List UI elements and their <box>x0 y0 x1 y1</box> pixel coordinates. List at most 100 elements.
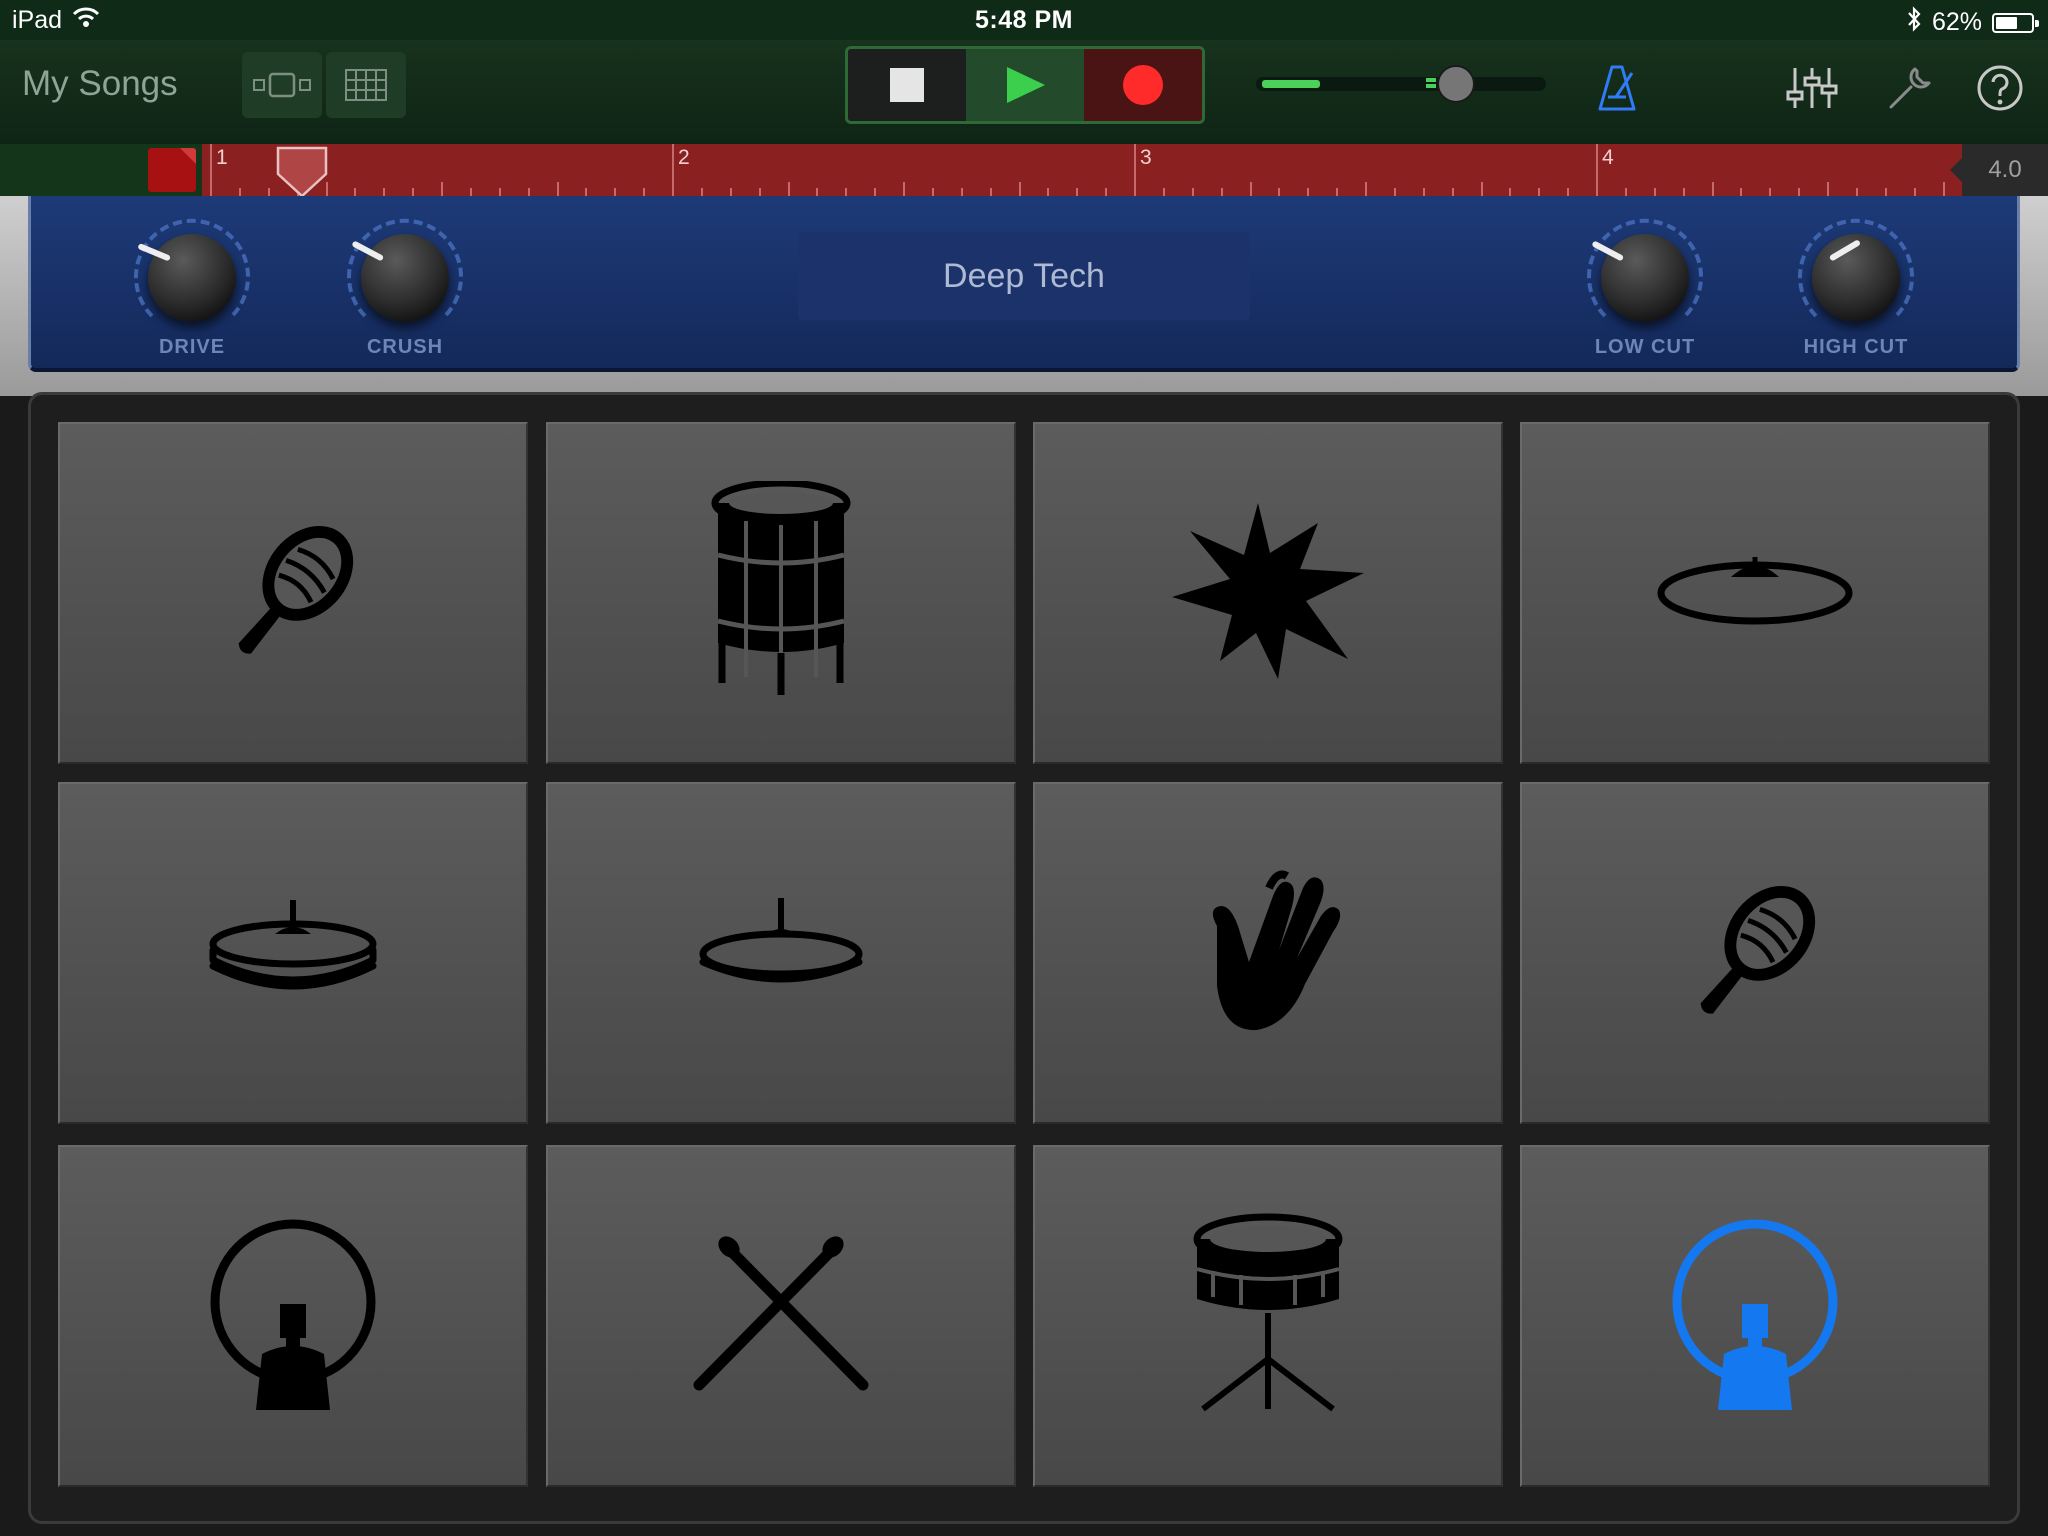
ruler-tick <box>758 188 761 196</box>
drive-knob-cap <box>148 234 236 322</box>
drive-knob[interactable]: DRIVE <box>124 214 260 364</box>
ruler-tick <box>354 188 357 196</box>
ruler-tick <box>816 188 819 196</box>
kick-drum-icon <box>1660 1214 1850 1419</box>
ruler-tick <box>498 188 501 196</box>
ruler-tick <box>1393 188 1396 196</box>
drum-pad[interactable] <box>546 782 1016 1124</box>
crush-knob-cap <box>361 234 449 322</box>
ruler-tick <box>700 188 703 196</box>
low-cut-knob[interactable]: LOW CUT <box>1577 214 1713 364</box>
low-cut-knob-cap <box>1601 234 1689 322</box>
snare-drum-icon <box>1183 1209 1353 1424</box>
ruler-tick <box>1018 182 1021 196</box>
ruler-tick <box>1480 182 1483 196</box>
control-bar: My Songs <box>0 40 2048 144</box>
bluetooth-icon <box>1906 6 1922 39</box>
drum-pad[interactable] <box>58 1145 528 1487</box>
tom-drum-icon <box>696 479 866 706</box>
ruler-tick <box>1191 188 1194 196</box>
status-time: 5:48 PM <box>975 6 1073 34</box>
ruler-tick <box>1422 188 1425 196</box>
ruler-tick <box>1855 188 1858 196</box>
help-button[interactable] <box>1970 58 2030 118</box>
master-volume-slider[interactable] <box>1437 65 1476 103</box>
ruler-bar-line <box>1134 144 1136 196</box>
drum-pad[interactable] <box>1033 782 1503 1124</box>
patch-name-display[interactable]: Deep Tech <box>798 232 1250 320</box>
ruler-bar-label: 3 <box>1140 146 1152 169</box>
low-cut-label: LOW CUT <box>1594 336 1696 358</box>
ruler-tick <box>412 188 415 196</box>
ruler-end-label: 4.0 <box>1950 144 2048 196</box>
ruler-tick <box>1769 188 1772 196</box>
ruler-tick <box>1798 188 1801 196</box>
drum-pad[interactable] <box>1033 1145 1503 1487</box>
drum-pad[interactable] <box>58 782 528 1124</box>
ruler-tick <box>556 182 559 196</box>
ruler-tick <box>527 188 530 196</box>
drum-pad[interactable] <box>1520 782 1990 1124</box>
stop-icon <box>890 68 924 102</box>
mixer-button[interactable] <box>1782 58 1842 118</box>
ruler-tick <box>1913 188 1916 196</box>
crossed-sticks-icon <box>681 1229 881 1404</box>
metronome-button[interactable] <box>1588 58 1648 118</box>
ruler-tick <box>1249 182 1252 196</box>
kick-drum-icon <box>198 1214 388 1419</box>
ruler-tick <box>1047 188 1050 196</box>
ruler-tick <box>874 188 877 196</box>
ruler-tick <box>1509 188 1512 196</box>
ruler-tick <box>787 182 790 196</box>
status-bar: iPad 5:48 PM 62% <box>0 0 2048 40</box>
ruler-tick <box>585 188 588 196</box>
drum-pad[interactable] <box>58 422 528 764</box>
my-songs-button[interactable]: My Songs <box>22 64 178 104</box>
crush-label: CRUSH <box>366 336 444 358</box>
level-meter-fill <box>1262 80 1321 88</box>
ruler-bar-label: 2 <box>678 146 690 169</box>
drum-pad[interactable] <box>1033 422 1503 764</box>
ruler-header <box>0 144 202 196</box>
drum-pad[interactable] <box>546 1145 1016 1487</box>
ruler-tick <box>1567 188 1570 196</box>
hand-clap-icon <box>1193 866 1343 1041</box>
mixer-icon <box>1786 68 1838 108</box>
ruler-tick <box>989 188 992 196</box>
record-icon <box>1123 65 1163 105</box>
ruler-tick <box>1653 188 1656 196</box>
ruler-tick <box>383 188 386 196</box>
crush-knob[interactable]: CRUSH <box>337 214 473 364</box>
ruler-tick <box>1336 188 1339 196</box>
drum-pad[interactable] <box>546 422 1016 764</box>
battery-percent: 62% <box>1931 8 1982 36</box>
record-button[interactable] <box>1084 49 1202 121</box>
ruler-tick <box>1105 188 1108 196</box>
grid-view-button[interactable] <box>326 52 406 118</box>
ruler-tick <box>1307 188 1310 196</box>
drum-pad[interactable] <box>1520 422 1990 764</box>
stop-button[interactable] <box>848 49 966 121</box>
battery-icon <box>1992 12 2039 33</box>
playhead[interactable] <box>275 144 329 200</box>
ruler-bar-line <box>1596 144 1598 196</box>
level-meter-peak <box>1426 78 1436 90</box>
high-cut-knob[interactable]: HIGH CUT <box>1788 214 1924 364</box>
transport-controls <box>845 46 1205 124</box>
ruler-tick <box>1451 188 1454 196</box>
shaker-icon <box>1670 866 1840 1041</box>
settings-button[interactable] <box>1880 58 1940 118</box>
ride-cymbal-icon <box>1655 551 1855 636</box>
timeline-ruler[interactable]: 1 2 3 4 <box>202 144 1962 196</box>
ruler-tick <box>1538 188 1541 196</box>
drum-pad[interactable] <box>1520 1145 1990 1487</box>
tracks-view-button[interactable] <box>242 52 322 118</box>
cycle-region-button[interactable] <box>148 148 196 192</box>
grid-view-icon <box>345 69 387 101</box>
ruler-tick <box>1682 188 1685 196</box>
play-button[interactable] <box>966 49 1084 121</box>
burst-fx-icon <box>1168 501 1368 686</box>
drive-label: DRIVE <box>158 336 226 358</box>
ruler-tick <box>729 188 732 196</box>
play-icon <box>1007 67 1045 103</box>
